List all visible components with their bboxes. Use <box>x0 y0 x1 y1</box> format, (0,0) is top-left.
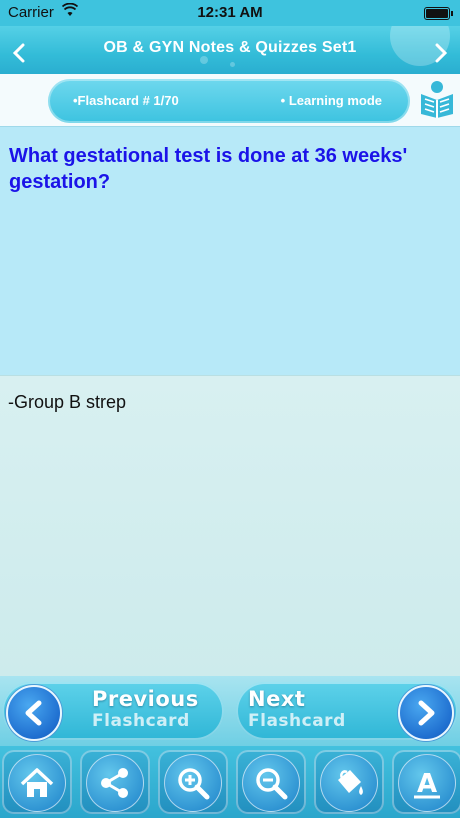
right-arrow-icon <box>398 685 454 741</box>
zoom-in-icon <box>178 768 210 800</box>
answer-text: -Group B strep <box>8 392 127 412</box>
answer-panel: -Group B strep <box>0 375 460 676</box>
question-panel: What gestational test is done at 36 week… <box>0 126 460 375</box>
bubble-decoration <box>200 56 208 64</box>
left-arrow-icon <box>6 685 62 741</box>
next-label: Next <box>248 687 306 711</box>
previous-flashcard-button[interactable]: Previous Flashcard <box>2 682 224 741</box>
forward-button[interactable] <box>434 34 448 70</box>
font-letter: A <box>417 769 437 799</box>
status-time: 12:31 AM <box>197 4 263 21</box>
book-icon[interactable] <box>418 78 456 118</box>
status-bar: Carrier 12:31 AM <box>0 0 460 26</box>
zoom-out-icon <box>256 768 288 800</box>
share-button[interactable] <box>80 750 150 814</box>
info-bar: •Flashcard # 1/70 • Learning mode <box>0 74 460 126</box>
flashcard-nav: Previous Flashcard Next Flashcard <box>0 676 460 746</box>
font-size-button[interactable]: A <box>392 750 460 814</box>
share-button-face <box>86 754 144 812</box>
theme-color-button-face <box>320 754 378 812</box>
previous-label: Previous <box>92 687 199 711</box>
next-flashcard-button[interactable]: Next Flashcard <box>236 682 458 741</box>
zoom-in-button[interactable] <box>158 750 228 814</box>
next-sublabel: Flashcard <box>248 711 346 731</box>
question-text: What gestational test is done at 36 week… <box>9 145 408 193</box>
zoom-out-button-face <box>242 754 300 812</box>
share-icon <box>101 768 128 798</box>
font-icon: A <box>414 769 440 799</box>
flashcard-count: •Flashcard # 1/70 <box>73 93 179 108</box>
chevron-right-icon <box>435 43 448 63</box>
home-icon <box>20 768 54 797</box>
page-title: OB & GYN Notes & Quizzes Set1 <box>103 39 357 56</box>
paint-bucket-icon <box>338 770 363 795</box>
nav-bar: OB & GYN Notes & Quizzes Set1 <box>0 26 460 74</box>
battery-icon <box>424 7 453 20</box>
home-button-face <box>8 754 66 812</box>
theme-color-button[interactable] <box>314 750 384 814</box>
zoom-in-button-face <box>164 754 222 812</box>
bubble-decoration <box>230 62 235 67</box>
learning-mode-label: • Learning mode <box>280 93 382 108</box>
bottom-toolbar: A <box>0 746 460 818</box>
zoom-out-button[interactable] <box>236 750 306 814</box>
font-size-button-face: A <box>398 754 456 812</box>
flashcard-info-pill: •Flashcard # 1/70 • Learning mode <box>48 79 410 123</box>
home-button[interactable] <box>2 750 72 814</box>
previous-sublabel: Flashcard <box>92 711 190 731</box>
